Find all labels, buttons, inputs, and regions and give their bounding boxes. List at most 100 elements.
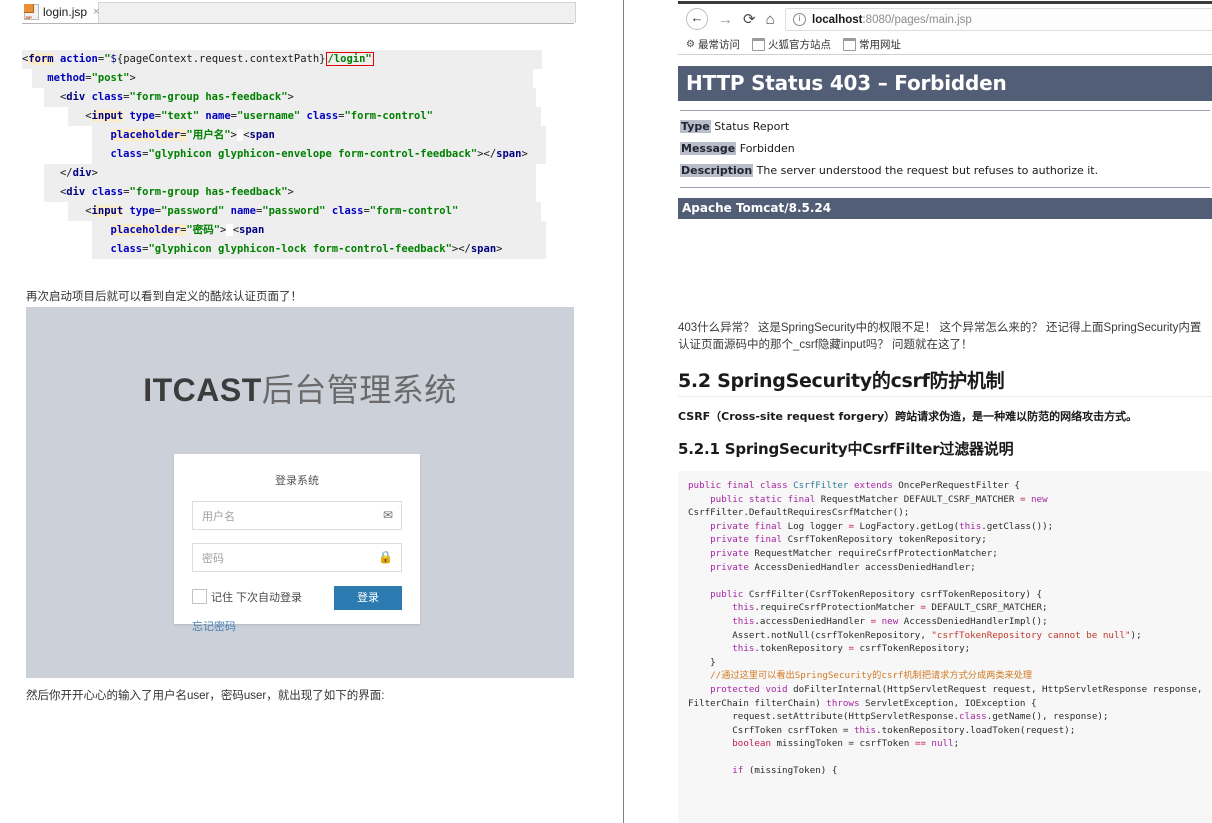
back-arrow-icon[interactable]: ← bbox=[686, 8, 708, 30]
java-token: OncePerRequestFilter { bbox=[898, 480, 1020, 491]
code-token: type bbox=[129, 110, 155, 122]
bookmark-item[interactable]: 火狐官方站点 bbox=[751, 37, 831, 52]
java-token: .tokenRepository.loadToken(request); bbox=[876, 724, 1076, 736]
code-line: <div class="form-group has-feedback"> bbox=[0, 88, 600, 107]
tomcat-detail-row: Type Status Report bbox=[680, 120, 1212, 133]
forgot-password-link[interactable]: 忘记密码 bbox=[192, 618, 402, 634]
code-token: name bbox=[205, 110, 231, 122]
java-token: = bbox=[920, 602, 932, 614]
bookmark-item[interactable]: 常用网址 bbox=[842, 37, 901, 52]
java-token: final bbox=[754, 534, 788, 546]
password-field[interactable]: 密码 🔒 bbox=[192, 543, 402, 572]
star-icon: ⚙ bbox=[686, 38, 695, 50]
code-token: "form-group has-feedback" bbox=[129, 91, 288, 103]
bookmark-label: 常用网址 bbox=[858, 38, 901, 51]
java-token: .requireCsrfProtectionMatcher bbox=[754, 602, 921, 614]
url-bar[interactable]: i localhost:8080/pages/main.jsp bbox=[785, 8, 1212, 31]
java-token: CsrfToken csrfToken = bbox=[688, 724, 854, 736]
java-token: public bbox=[688, 588, 749, 600]
login-brand-bold: ITCAST bbox=[143, 372, 262, 408]
tomcat-detail-rows: Type Status Report Message Forbidden Descr… bbox=[678, 120, 1212, 177]
java-token: this bbox=[853, 724, 877, 736]
code-line-text: class="glyphicon glyphicon-envelope form… bbox=[22, 148, 528, 160]
code-line-highlight bbox=[43, 164, 536, 183]
remember-me-checkbox[interactable] bbox=[192, 589, 207, 604]
java-token: missingToken = csrfToken bbox=[776, 738, 915, 750]
home-icon[interactable]: ⌂ bbox=[766, 12, 775, 27]
code-token: "post" bbox=[91, 72, 130, 84]
code-line: <input type="text" name="username" class… bbox=[0, 107, 600, 126]
code-token: "form-control" bbox=[369, 205, 459, 217]
caption-after-code: 再次启动项目后就可以看到自定义的酷炫认证页面了！ bbox=[26, 291, 302, 303]
code-line: placeholder="密码"> <span bbox=[0, 221, 600, 240]
code-token: /login" bbox=[325, 52, 374, 66]
java-token: CsrfFilter(CsrfTokenRepository csrfToken… bbox=[748, 588, 1043, 600]
java-token: protected bbox=[688, 683, 766, 695]
code-token: action bbox=[59, 53, 98, 65]
java-token: this bbox=[688, 643, 755, 655]
java-code-text: public final class CsrfFilter extends On… bbox=[678, 471, 1212, 778]
java-token: void bbox=[765, 683, 794, 695]
login-brand-title: ITCAST后台管理系统 bbox=[26, 365, 574, 411]
heading-5-2-rule bbox=[678, 396, 1212, 397]
code-token: "用户名" bbox=[186, 129, 231, 141]
code-token: div bbox=[72, 167, 92, 179]
code-token: ></ bbox=[451, 243, 471, 255]
java-token: request.setAttribute(HttpServletResponse… bbox=[688, 711, 960, 723]
tomcat-error-page: HTTP Status 403 – Forbidden Type Status … bbox=[678, 66, 1212, 226]
csrf-definition-note: CSRF（Cross-site request forgery）跨站请求伪造，是… bbox=[678, 410, 1138, 423]
java-token: Log logger bbox=[787, 520, 849, 532]
code-token: div bbox=[66, 186, 86, 198]
editor-tab-label: login.jsp bbox=[43, 5, 88, 19]
caption-after-screenshot: 然后你开开心心的输入了用户名user，密码user，就出现了如下的界面: bbox=[26, 690, 385, 702]
info-icon[interactable]: i bbox=[793, 13, 806, 26]
right-column: ← → ⟳ ⌂ i localhost:8080/pages/main.jsp … bbox=[624, 0, 1212, 823]
code-token: placeholder bbox=[110, 129, 181, 141]
envelope-icon: ✉ bbox=[382, 508, 393, 522]
code-line-text: <input type="text" name="username" class… bbox=[22, 110, 433, 122]
code-token: form bbox=[28, 53, 54, 65]
forward-arrow-icon[interactable]: → bbox=[718, 12, 733, 27]
java-token: (missingToken) { bbox=[748, 765, 838, 777]
url-host: localhost bbox=[812, 13, 863, 26]
java-token: doFilterInternal(HttpServletRequest requ… bbox=[793, 683, 1203, 695]
code-token: method bbox=[47, 72, 86, 84]
java-token: = bbox=[870, 615, 882, 627]
heading-5-2: 5.2 SpringSecurity的csrf防护机制 bbox=[678, 370, 1005, 392]
reload-icon[interactable]: ⟳ bbox=[743, 12, 756, 27]
java-token: == bbox=[914, 738, 932, 750]
login-actions-row: 记住 下次自动登录 登录 bbox=[192, 586, 402, 612]
java-token: Assert.notNull(csrfTokenRepository, bbox=[688, 629, 932, 641]
code-token: div bbox=[66, 91, 86, 103]
tomcat-detail-value: Forbidden bbox=[736, 142, 795, 155]
username-placeholder: 用户名 bbox=[202, 511, 235, 523]
java-token: final bbox=[787, 493, 821, 505]
java-token: .tokenRepository bbox=[754, 643, 849, 655]
tomcat-rule-top bbox=[680, 110, 1210, 111]
tomcat-detail-value: Status Report bbox=[710, 120, 790, 133]
bookmark-item[interactable]: ⚙ 最常访问 bbox=[686, 37, 740, 52]
java-token: RequestMatcher requireCsrfProtectionMatc… bbox=[754, 547, 998, 559]
code-line: <form action="${pageContext.request.cont… bbox=[0, 50, 600, 69]
editor-tab-login-jsp[interactable]: login.jsp × bbox=[22, 2, 103, 22]
code-token: </ bbox=[59, 167, 73, 179]
code-token: type bbox=[129, 205, 155, 217]
java-token: AccessDeniedHandlerImpl(); bbox=[903, 615, 1048, 627]
login-submit-button[interactable]: 登录 bbox=[334, 586, 402, 610]
login-page-screenshot: ITCAST后台管理系统 登录系统 用户名 ✉ 密码 🔒 记住 下次自动登录 登… bbox=[26, 307, 574, 678]
java-token: private bbox=[688, 520, 755, 532]
close-icon[interactable]: × bbox=[93, 6, 99, 18]
java-token: .accessDeniedHandler bbox=[754, 615, 871, 627]
java-token: this bbox=[688, 602, 755, 614]
code-line: <input type="password" name="password" c… bbox=[0, 202, 600, 221]
code-token: > bbox=[287, 91, 294, 103]
heading-5-2-1: 5.2.1 SpringSecurity中CsrfFilter过滤器说明 bbox=[678, 440, 1014, 458]
code-token: "form-control" bbox=[344, 110, 433, 122]
java-token: static bbox=[748, 493, 788, 505]
username-field[interactable]: 用户名 ✉ bbox=[192, 501, 402, 530]
code-token: "密码" bbox=[186, 224, 221, 236]
java-token: AccessDeniedHandler accessDeniedHandler; bbox=[754, 561, 976, 573]
code-line: placeholder="用户名"> <span bbox=[0, 126, 600, 145]
code-token: > bbox=[496, 243, 503, 255]
tomcat-detail-label: Message bbox=[680, 142, 737, 155]
